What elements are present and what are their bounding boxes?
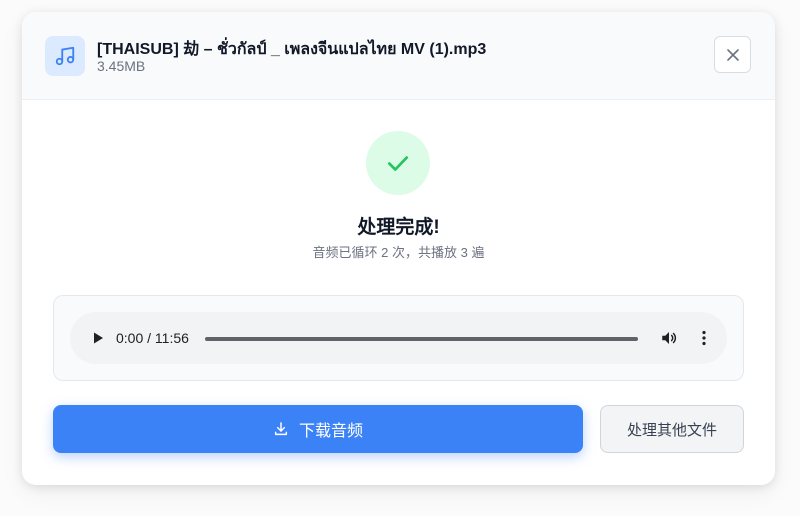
status-title: 处理完成! (357, 217, 440, 238)
file-type-badge (45, 36, 85, 76)
download-button[interactable]: 下载音频 (53, 405, 583, 453)
close-icon (726, 48, 739, 61)
file-name: [THAISUB] 劫 – ชั่วกัลป์ _ เพลงจีนแปลไทย … (97, 41, 487, 58)
file-header: [THAISUB] 劫 – ชั่วกัลป์ _ เพลงจีนแปลไทย … (22, 12, 775, 100)
playback-time: 0:00 / 11:56 (116, 330, 189, 346)
music-note-icon (55, 46, 75, 66)
progress-slider[interactable] (205, 337, 638, 341)
success-badge (366, 131, 430, 195)
check-icon (387, 156, 409, 171)
audio-player-panel: 0:00 / 11:56 (53, 295, 744, 381)
more-options-icon[interactable] (695, 329, 713, 347)
close-button[interactable] (714, 36, 751, 73)
download-label: 下载音频 (298, 423, 363, 440)
status-detail: 音频已循环 2 次，共播放 3 遍 (312, 245, 485, 260)
file-size: 3.45MB (97, 58, 146, 74)
volume-icon[interactable] (660, 329, 678, 347)
process-other-label: 处理其他文件 (626, 421, 717, 439)
result-card: [THAISUB] 劫 – ชั่วกัลป์ _ เพลงจีนแปลไทย … (22, 12, 775, 485)
audio-player: 0:00 / 11:56 (70, 312, 727, 364)
play-icon[interactable] (90, 330, 106, 346)
process-other-file-button[interactable]: 处理其他文件 (600, 405, 744, 453)
download-icon (274, 422, 288, 436)
